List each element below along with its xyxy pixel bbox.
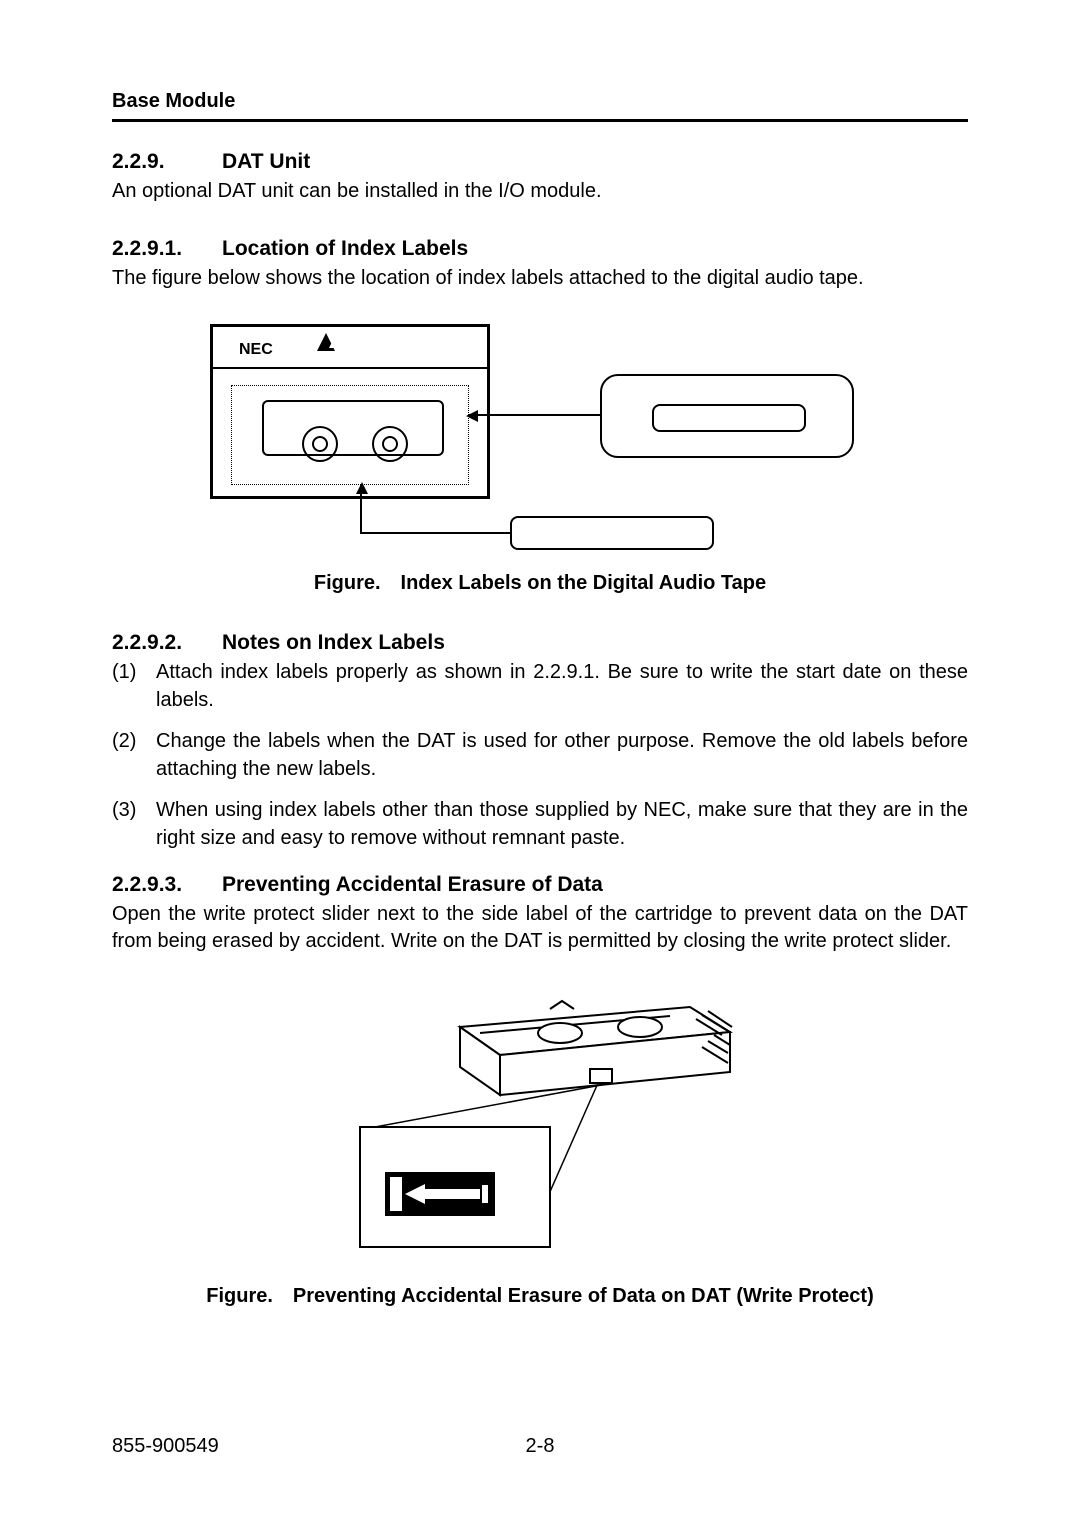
leader-line-side-h: [360, 532, 510, 534]
heading-number: 2.2.9.1.: [112, 237, 222, 261]
page-footer: 855-900549 2-8: [112, 1435, 968, 1458]
list-item: (2)Change the labels when the DAT is use…: [112, 728, 968, 783]
insert-arrow-icon: [317, 333, 335, 351]
figure1-caption: Figure. Index Labels on the Digital Audi…: [112, 572, 968, 595]
item-number: (2): [112, 728, 156, 783]
notes-list: (1)Attach index labels properly as shown…: [112, 659, 968, 853]
footer-pagenum: 2-8: [112, 1435, 968, 1458]
front-label-area: [231, 385, 469, 485]
item-text: When using index labels other than those…: [156, 797, 968, 852]
heading-number: 2.2.9.2.: [112, 631, 222, 655]
heading-2-2-9-1: 2.2.9.1.Location of Index Labels: [112, 237, 968, 261]
figure-index-labels: NEC: [112, 324, 968, 554]
spool-window: [262, 400, 444, 456]
spool-left-icon: [302, 426, 338, 462]
leader-line-front: [468, 414, 600, 416]
front-index-label-slot: [652, 404, 806, 432]
heading-2-2-9-3: 2.2.9.3.Preventing Accidental Erasure of…: [112, 873, 968, 897]
heading-number: 2.2.9.3.: [112, 873, 222, 897]
list-item: (3)When using index labels other than th…: [112, 797, 968, 852]
list-item: (1)Attach index labels properly as shown…: [112, 659, 968, 714]
cassette-outline: NEC: [210, 324, 490, 499]
item-text: Change the labels when the DAT is used f…: [156, 728, 968, 783]
heading-2-2-9: 2.2.9.DAT Unit: [112, 150, 968, 174]
spool-right-icon: [372, 426, 408, 462]
heading-title: DAT Unit: [222, 150, 310, 173]
body-2-2-9: An optional DAT unit can be installed in…: [112, 178, 968, 205]
cassette-divider: [213, 367, 487, 369]
heading-2-2-9-2: 2.2.9.2.Notes on Index Labels: [112, 631, 968, 655]
heading-number: 2.2.9.: [112, 150, 222, 174]
body-2-2-9-3: Open the write protect slider next to th…: [112, 901, 968, 955]
heading-title: Notes on Index Labels: [222, 631, 445, 654]
header-rule: [112, 119, 968, 122]
nec-logo-text: NEC: [239, 341, 273, 359]
side-index-label: [510, 516, 714, 550]
item-text: Attach index labels properly as shown in…: [156, 659, 968, 714]
running-header: Base Module: [112, 90, 968, 113]
figure-write-protect: [112, 987, 968, 1267]
heading-title: Preventing Accidental Erasure of Data: [222, 873, 603, 896]
body-2-2-9-1: The figure below shows the location of i…: [112, 265, 968, 292]
leader-line-side-v: [360, 484, 362, 532]
item-number: (3): [112, 797, 156, 852]
heading-title: Location of Index Labels: [222, 237, 468, 260]
figure2-caption: Figure. Preventing Accidental Erasure of…: [112, 1285, 968, 1308]
front-index-label: [600, 374, 854, 458]
write-protect-svg: [330, 987, 750, 1267]
item-number: (1): [112, 659, 156, 714]
